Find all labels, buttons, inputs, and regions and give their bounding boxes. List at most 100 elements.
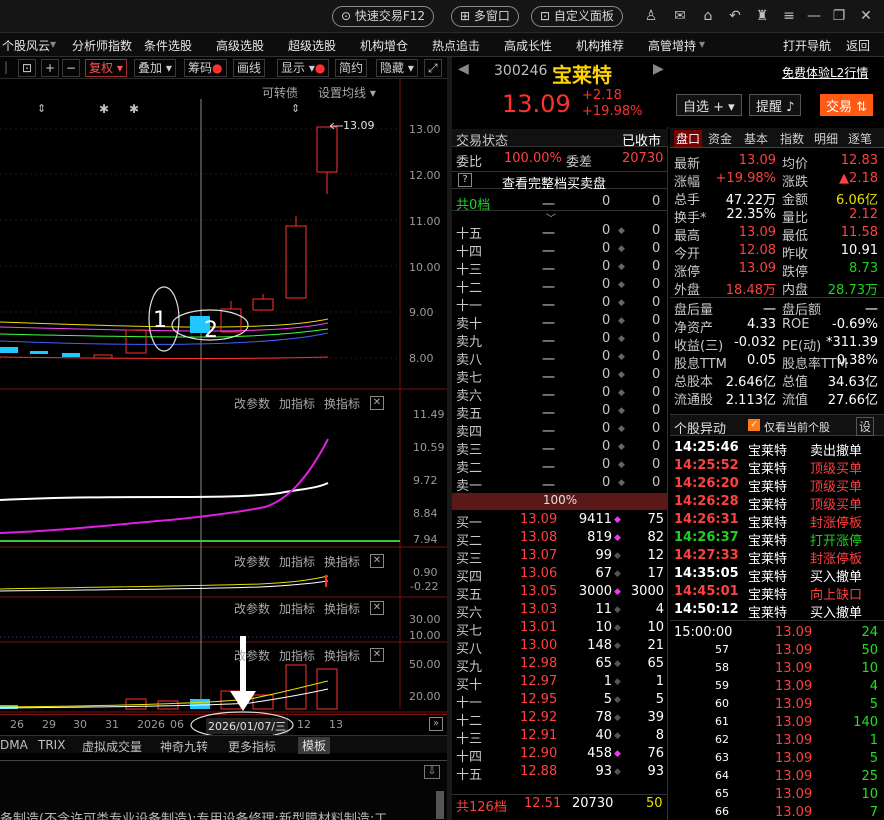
simple-button[interactable]: 简约 — [335, 59, 368, 77]
panel2-params-button[interactable]: 改参数 — [234, 395, 270, 412]
buy-level-row[interactable]: 十三 12.91 40 8 ◆ — [452, 727, 668, 747]
yidong-row[interactable]: 14:25:46 宝莱特 卖出撤单 — [670, 439, 884, 459]
yidong-settings-button[interactable]: 设 — [856, 417, 875, 436]
zoom-out-icon[interactable]: − — [62, 59, 81, 77]
scrollbar[interactable] — [436, 791, 444, 819]
add-watchlist-button[interactable]: 自选 + ▾ — [676, 94, 742, 116]
buy-level-row[interactable]: 买五 13.05 3000 3000 ◆ — [452, 583, 668, 603]
buy-level-row[interactable]: 买六 13.03 11 4 ◆ — [452, 601, 668, 621]
panel5-params-button[interactable]: 改参数 — [234, 647, 270, 664]
buy-level-row[interactable]: 买十 12.97 1 1 ◆ — [452, 673, 668, 693]
yidong-row[interactable]: 14:27:33 宝莱特 封涨停板 — [670, 547, 884, 567]
menu-item[interactable]: 个股风云 — [2, 37, 50, 54]
lock-icon[interactable]: ⊡ — [18, 59, 37, 77]
menu-item[interactable]: 高级选股 — [216, 37, 264, 54]
menu-item[interactable]: 打开导航 — [783, 37, 831, 54]
minimize-icon[interactable]: — — [804, 6, 824, 26]
menu-item[interactable]: 热点追击 — [432, 37, 480, 54]
more-indicators-tab[interactable]: 更多指标 — [228, 738, 276, 755]
trade-button[interactable]: 交易 ⇅ — [820, 94, 874, 116]
buy-level-row[interactable]: 买三 13.07 99 12 ◆ — [452, 547, 668, 567]
download-icon[interactable]: ⇩ — [424, 765, 440, 779]
indicator-tab[interactable]: 神奇九转 — [160, 738, 208, 755]
quick-trade-button[interactable]: ⊙ 快速交易F12 — [332, 6, 435, 27]
chip-button[interactable]: 筹码● — [184, 59, 227, 77]
scroll-right-icon[interactable]: » — [429, 717, 443, 731]
indicator-tab[interactable]: 虚拟成交量 — [82, 738, 142, 755]
mail-icon[interactable]: ✉ — [670, 6, 690, 26]
l2-trial-link[interactable]: 免费体验L2行情 — [782, 64, 868, 81]
overlay-button[interactable]: 叠加 ▾ — [134, 59, 176, 77]
multi-window-button[interactable]: ⊞ 多窗口 — [451, 6, 519, 27]
buy-level-row[interactable]: 买二 13.08 819 82 ◆ — [452, 529, 668, 549]
panel4-close-icon[interactable]: ✕ — [370, 601, 384, 615]
restore-icon[interactable]: ❐ — [829, 6, 849, 26]
panel2-add-indicator-button[interactable]: 加指标 — [279, 395, 315, 412]
buy-level-row[interactable]: 十二 12.92 78 39 ◆ — [452, 709, 668, 729]
fullscreen-icon[interactable]: ⤢ — [424, 59, 442, 77]
panel3-params-button[interactable]: 改参数 — [234, 553, 270, 570]
alert-button[interactable]: 提醒 ♪ — [749, 94, 802, 116]
yidong-row[interactable]: 14:26:31 宝莱特 封涨停板 — [670, 511, 884, 531]
indicator-tab[interactable]: DMA — [0, 738, 28, 752]
hide-button[interactable]: 隐藏 ▾ — [376, 59, 418, 77]
home-icon[interactable]: ⌂ — [698, 6, 718, 26]
menu-item[interactable]: 超级选股 — [288, 37, 336, 54]
menu-item[interactable]: 高成长性 — [504, 37, 552, 54]
tab-tick[interactable]: 逐笔 — [848, 130, 872, 147]
prev-stock-icon[interactable]: ◀ — [458, 61, 469, 77]
yidong-row[interactable]: 14:35:05 宝莱特 买入撤单 — [670, 565, 884, 585]
buy-level-row[interactable]: 买九 12.98 65 65 ◆ — [452, 655, 668, 675]
user-icon[interactable]: ♙ — [641, 6, 661, 26]
back-icon[interactable]: ↶ — [725, 6, 745, 26]
buy-level-row[interactable]: 十一 12.95 5 5 ◆ — [452, 691, 668, 711]
zoom-in-icon[interactable]: + — [41, 59, 60, 77]
buy-level-row[interactable]: 买一 13.09 9411 75 ◆ — [452, 511, 668, 531]
custom-panel-button[interactable]: ⊡ 自定义面板 — [531, 6, 623, 27]
yidong-row[interactable]: 14:26:28 宝莱特 顶级买单 — [670, 493, 884, 513]
tab-detail[interactable]: 明细 — [814, 130, 838, 147]
tab-funds[interactable]: 资金 — [708, 130, 732, 147]
set-ma-button[interactable]: 设置均线 ▾ — [318, 84, 376, 101]
menu-item[interactable]: 返回 — [846, 37, 870, 54]
display-button[interactable]: 显示 ▾● — [277, 59, 330, 77]
panel5-add-indicator-button[interactable]: 加指标 — [279, 647, 315, 664]
buy-level-row[interactable]: 买四 13.06 67 17 ◆ — [452, 565, 668, 585]
menu-item[interactable]: 高管增持 — [648, 37, 696, 54]
indicator-tab[interactable]: TRIX — [38, 738, 65, 752]
menu-item[interactable]: 机构推荐 — [576, 37, 624, 54]
tab-index[interactable]: 指数 — [780, 130, 804, 147]
panel5-close-icon[interactable]: ✕ — [370, 648, 384, 662]
fuquan-button[interactable]: 复权 ▾ — [85, 59, 127, 77]
panel4-add-indicator-button[interactable]: 加指标 — [279, 600, 315, 617]
menu-item[interactable]: 分析师指数 — [72, 37, 132, 54]
buy-level-row[interactable]: 十五 12.88 93 93 ◆ — [452, 763, 668, 783]
panel2-switch-indicator-button[interactable]: 换指标 — [324, 395, 360, 412]
close-icon[interactable]: ✕ — [856, 6, 876, 26]
yidong-row[interactable]: 14:50:12 宝莱特 买入撤单 — [670, 601, 884, 621]
panel2-close-icon[interactable]: ✕ — [370, 396, 384, 410]
yidong-row[interactable]: 14:26:20 宝莱特 顶级买单 — [670, 475, 884, 495]
buy-level-row[interactable]: 十四 12.90 458 76 ◆ — [452, 745, 668, 765]
template-tab[interactable]: 模板 — [298, 737, 331, 754]
panel3-add-indicator-button[interactable]: 加指标 — [279, 553, 315, 570]
only-current-label[interactable]: 仅看当前个股 — [764, 419, 830, 435]
yidong-row[interactable]: 14:26:37 宝莱特 打开涨停 — [670, 529, 884, 549]
buy-level-row[interactable]: 买七 13.01 10 10 ◆ — [452, 619, 668, 639]
convertible-label[interactable]: 可转债 — [262, 84, 298, 101]
panel3-close-icon[interactable]: ✕ — [370, 554, 384, 568]
full-book-row[interactable]: ? 查看完整档买卖盘 — [452, 171, 668, 192]
menu-item[interactable]: 条件选股 — [144, 37, 192, 54]
buy-level-row[interactable]: 买八 13.00 148 21 ◆ — [452, 637, 668, 657]
draw-button[interactable]: 画线 — [233, 59, 266, 77]
panel4-switch-indicator-button[interactable]: 换指标 — [324, 600, 360, 617]
panel4-params-button[interactable]: 改参数 — [234, 600, 270, 617]
yidong-row[interactable]: 14:25:52 宝莱特 顶级买单 — [670, 457, 884, 477]
tab-pankou[interactable]: 盘口 — [674, 130, 703, 147]
panel3-switch-indicator-button[interactable]: 换指标 — [324, 553, 360, 570]
tab-basic[interactable]: 基本 — [744, 130, 768, 147]
yidong-row[interactable]: 14:45:01 宝莱特 向上缺口 — [670, 583, 884, 603]
panel5-switch-indicator-button[interactable]: 换指标 — [324, 647, 360, 664]
shirt-icon[interactable]: ♜ — [752, 6, 772, 26]
next-stock-icon[interactable]: ▶ — [653, 61, 664, 77]
